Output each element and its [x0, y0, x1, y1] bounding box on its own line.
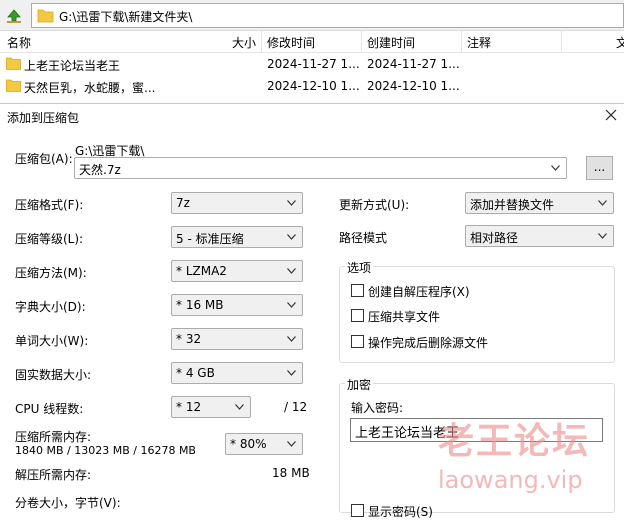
chevron-down-icon: [287, 441, 296, 447]
column-modified[interactable]: 修改时间: [267, 34, 315, 51]
update-mode-label: 更新方式(U):: [339, 198, 410, 212]
chevron-down-icon: [287, 336, 296, 342]
memory-value: * 80%: [230, 437, 267, 451]
threads-max: / 12: [284, 400, 308, 414]
archive-name-combo[interactable]: 天然.7z: [74, 157, 567, 179]
sfx-checkbox[interactable]: [351, 284, 364, 297]
chevron-down-icon: [551, 165, 560, 171]
chevron-down-icon: [598, 200, 607, 206]
show-password-checkbox[interactable]: [351, 504, 364, 517]
watermark-url: laowang.vip: [438, 466, 583, 494]
column-extra[interactable]: 文: [616, 34, 624, 51]
shared-checkbox[interactable]: [351, 309, 364, 322]
file-name: 上老王论坛当老王: [24, 59, 121, 73]
solid-select[interactable]: * 4 GB: [171, 362, 303, 384]
column-created[interactable]: 创建时间: [367, 34, 415, 51]
dict-value: * 16 MB: [176, 298, 224, 312]
encryption-title: 加密: [345, 376, 374, 393]
sfx-label: 创建自解压程序(X): [368, 285, 470, 299]
method-value: * LZMA2: [176, 264, 227, 278]
file-manager-toolbar: G:\迅雷下载\新建文件夹\: [0, 0, 624, 31]
close-icon[interactable]: [604, 108, 618, 122]
delete-source-label: 操作完成后删除源文件: [368, 336, 489, 350]
address-text: G:\迅雷下载\新建文件夹\: [59, 10, 193, 24]
file-modified: 2024-11-27 1...: [267, 57, 360, 71]
file-row[interactable]: 上老王论坛当老王 2024-11-27 1... 2024-11-27 1...: [0, 53, 624, 75]
file-name: 天然巨乳，水蛇腰，蜜...: [24, 81, 156, 95]
file-created: 2024-11-27 1...: [367, 57, 460, 71]
chevron-down-icon: [287, 200, 296, 206]
column-comment[interactable]: 注释: [467, 34, 491, 51]
path-mode-label: 路径模式: [339, 231, 388, 245]
solid-value: * 4 GB: [176, 366, 215, 380]
chevron-down-icon: [287, 302, 296, 308]
file-row[interactable]: 天然巨乳，水蛇腰，蜜... 2024-12-10 1... 2024-12-10…: [0, 75, 624, 97]
chevron-down-icon: [235, 404, 244, 410]
shared-label: 压缩共享文件: [368, 310, 441, 324]
memory-select[interactable]: * 80%: [225, 433, 303, 455]
browse-button[interactable]: ...: [586, 156, 613, 180]
up-folder-icon[interactable]: [4, 5, 24, 25]
chevron-down-icon: [287, 268, 296, 274]
folder-icon: [37, 8, 54, 23]
solid-label: 固实数据大小:: [15, 368, 92, 382]
format-label: 压缩格式(F):: [15, 198, 84, 212]
level-select[interactable]: 5 - 标准压缩: [171, 226, 303, 248]
level-value: 5 - 标准压缩: [176, 232, 244, 246]
word-value: * 32: [176, 332, 202, 346]
method-label: 压缩方法(M):: [15, 266, 87, 280]
decompress-value: 18 MB: [272, 466, 310, 480]
dialog-title: 添加到压缩包: [7, 111, 80, 125]
password-label: 输入密码:: [351, 401, 404, 415]
show-password-label: 显示密码(S): [368, 505, 433, 519]
memory-label: 压缩所需内存:: [15, 430, 92, 444]
delete-source-checkbox[interactable]: [351, 335, 364, 348]
chevron-down-icon: [598, 233, 607, 239]
archive-label: 压缩包(A):: [15, 152, 73, 166]
threads-label: CPU 线程数:: [15, 402, 84, 416]
folder-icon: [6, 57, 21, 70]
format-select[interactable]: 7z: [171, 192, 303, 214]
split-label: 分卷大小，字节(V):: [15, 496, 121, 510]
archive-name-value: 天然.7z: [79, 163, 121, 177]
file-modified: 2024-12-10 1...: [267, 79, 360, 93]
chevron-down-icon: [287, 234, 296, 240]
path-mode-value: 相对路径: [470, 231, 519, 245]
column-name[interactable]: 名称: [7, 34, 31, 51]
file-created: 2024-12-10 1...: [367, 79, 460, 93]
update-mode-value: 添加并替换文件: [470, 198, 555, 212]
threads-value: * 12: [176, 400, 202, 414]
folder-icon: [6, 79, 21, 92]
watermark-logo: 老王论坛: [438, 420, 591, 462]
options-title: 选项: [345, 259, 374, 276]
dict-label: 字典大小(D):: [15, 300, 86, 314]
chevron-down-icon: [287, 370, 296, 376]
word-label: 单词大小(W):: [15, 334, 89, 348]
column-size[interactable]: 大小: [232, 34, 256, 51]
word-select[interactable]: * 32: [171, 328, 303, 350]
dict-select[interactable]: * 16 MB: [171, 294, 303, 316]
method-select[interactable]: * LZMA2: [171, 260, 303, 282]
update-mode-select[interactable]: 添加并替换文件: [465, 192, 614, 214]
decompress-label: 解压所需内存:: [15, 468, 92, 482]
file-list-header: 名称 大小 修改时间 创建时间 注释 文: [0, 31, 624, 53]
level-label: 压缩等级(L):: [15, 232, 84, 246]
address-bar[interactable]: G:\迅雷下载\新建文件夹\: [31, 3, 624, 28]
memory-detail: 1840 MB / 13023 MB / 16278 MB: [15, 444, 196, 457]
threads-select[interactable]: * 12: [171, 396, 251, 418]
path-mode-select[interactable]: 相对路径: [465, 225, 614, 247]
format-value: 7z: [176, 196, 190, 210]
